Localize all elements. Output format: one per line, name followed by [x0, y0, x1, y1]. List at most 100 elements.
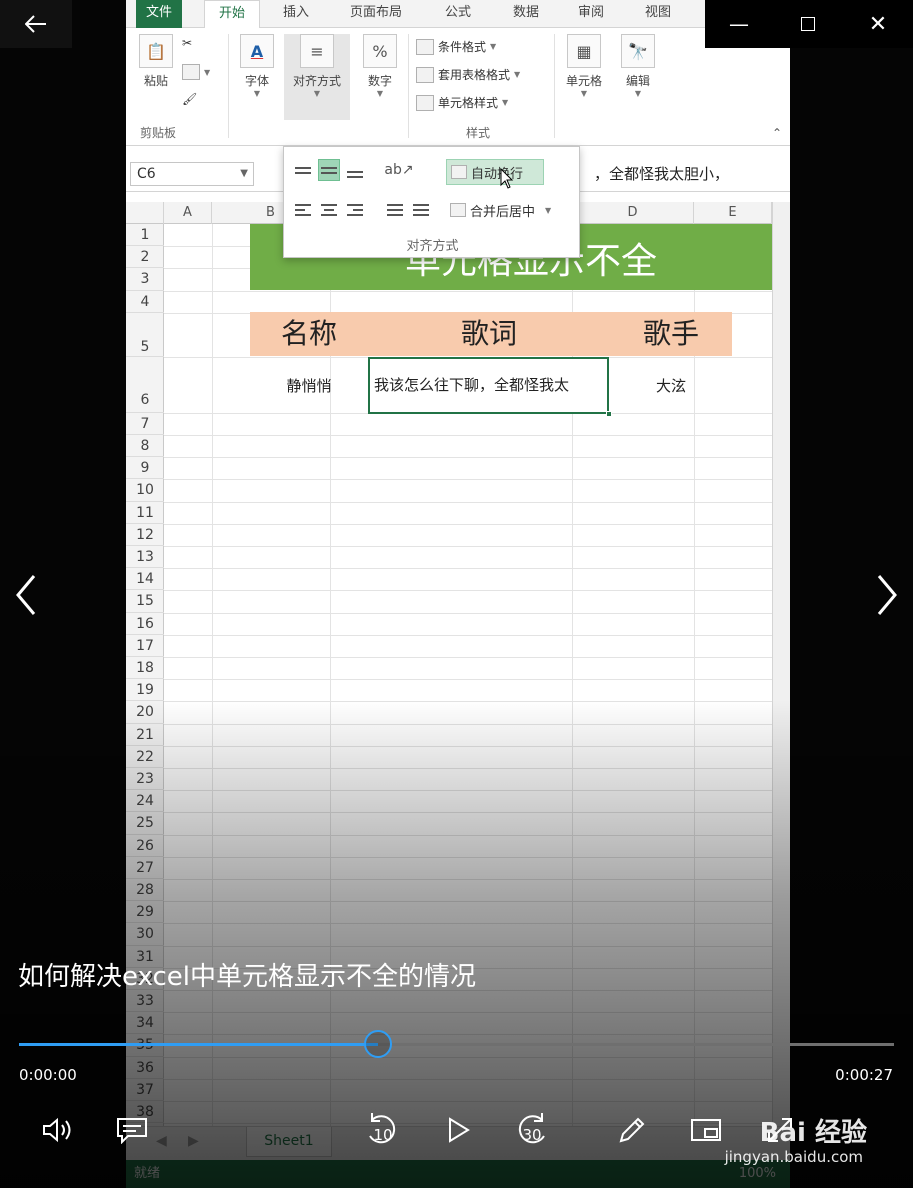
tab-formulas[interactable]: 公式 [430, 0, 486, 28]
column-header-a[interactable]: A [164, 202, 212, 224]
row-header-8[interactable]: 8 [126, 435, 164, 458]
row-header-34[interactable]: 34 [126, 1012, 164, 1035]
align-left-icon[interactable] [292, 199, 314, 221]
next-arrow-icon[interactable] [867, 570, 907, 620]
row-header-33[interactable]: 33 [126, 990, 164, 1013]
select-all-corner[interactable] [126, 202, 164, 224]
sheet-tab-sheet1[interactable]: Sheet1 [246, 1127, 332, 1157]
cell-styles-button[interactable]: 单元格样式 ▼ [416, 94, 508, 111]
wrap-text-button[interactable]: 自动换行 [446, 159, 544, 185]
font-button[interactable]: A 字体 ▼ [236, 34, 278, 98]
name-box[interactable]: C6 ▼ [130, 162, 254, 186]
row-header-21[interactable]: 21 [126, 724, 164, 746]
align-bottom-icon[interactable] [344, 163, 366, 185]
align-right-icon[interactable] [344, 199, 366, 221]
align-middle-icon[interactable] [318, 159, 340, 181]
alignment-button[interactable]: ≡ 对齐方式 ▼ [284, 34, 350, 120]
skip-back-button[interactable]: 10 [360, 1108, 404, 1152]
font-color-icon: A [240, 34, 274, 68]
annotate-button[interactable] [610, 1108, 654, 1152]
row-header-1[interactable]: 1 [126, 224, 164, 247]
row-header-27[interactable]: 27 [126, 857, 164, 879]
increase-indent-icon[interactable] [410, 199, 432, 221]
row-header-30[interactable]: 30 [126, 923, 164, 946]
tab-review[interactable]: 审阅 [566, 0, 616, 28]
column-header-e[interactable]: E [694, 202, 772, 224]
close-button[interactable]: ✕ [843, 0, 913, 48]
row-header-2[interactable]: 2 [126, 246, 164, 269]
progress-bar[interactable] [19, 1030, 894, 1058]
tab-file[interactable]: 文件 [136, 0, 182, 28]
column-header-d[interactable]: D [572, 202, 694, 224]
row-header-16[interactable]: 16 [126, 613, 164, 635]
edit-button[interactable]: 🔭 编辑 ▼ [616, 34, 660, 98]
progress-handle[interactable] [363, 1030, 392, 1058]
row-header-12[interactable]: 12 [126, 524, 164, 546]
conditional-format-button[interactable]: 条件格式 ▼ [416, 38, 496, 55]
align-top-icon[interactable] [292, 159, 314, 181]
decrease-indent-icon[interactable] [384, 199, 406, 221]
header-lyrics[interactable]: 歌词 [368, 312, 610, 356]
row-header-10[interactable]: 10 [126, 479, 164, 502]
paste-button[interactable]: 📋 粘贴 [136, 34, 176, 89]
row-header-26[interactable]: 26 [126, 835, 164, 857]
row-header-28[interactable]: 28 [126, 879, 164, 902]
row-header-14[interactable]: 14 [126, 568, 164, 591]
vertical-scrollbar[interactable] [772, 202, 790, 1142]
cell-grid[interactable]: 单元格显示不全 名称 歌词 歌手 静悄悄 我该怎么往下聊，全都怪我太 大泫 [164, 224, 790, 1164]
back-button[interactable] [0, 0, 72, 48]
prev-sheet-icon[interactable]: ◀ [156, 1133, 167, 1149]
tab-data[interactable]: 数据 [498, 0, 554, 28]
table-format-button[interactable]: 套用表格格式 ▼ [416, 66, 520, 83]
cells-button[interactable]: ▦ 单元格 ▼ [560, 34, 608, 98]
cell-c6-selected[interactable]: 我该怎么往下聊，全都怪我太 [368, 357, 609, 414]
format-painter-button[interactable]: 🖌 [182, 92, 197, 106]
number-button[interactable]: % 数字 ▼ [358, 34, 402, 98]
row-header-20[interactable]: 20 [126, 701, 164, 724]
subtitles-button[interactable] [110, 1108, 154, 1152]
merge-center-button[interactable]: 合并后居中 ▼ [450, 197, 574, 223]
row-header-15[interactable]: 15 [126, 590, 164, 613]
row-header-25[interactable]: 25 [126, 812, 164, 835]
row-header-11[interactable]: 11 [126, 502, 164, 524]
formula-content[interactable]: ，全都怪我太胆小， [594, 162, 790, 186]
row-header-22[interactable]: 22 [126, 746, 164, 768]
row-header-5[interactable]: 5 [126, 313, 164, 357]
volume-button[interactable] [36, 1108, 80, 1152]
row-header-7[interactable]: 7 [126, 413, 164, 435]
row-header-37[interactable]: 37 [126, 1079, 164, 1101]
collapse-ribbon-icon[interactable]: ⌃ [772, 126, 782, 140]
mini-view-button[interactable] [684, 1108, 728, 1152]
header-name[interactable]: 名称 [250, 312, 368, 356]
row-header-3[interactable]: 3 [126, 268, 164, 291]
next-sheet-icon[interactable]: ▶ [188, 1133, 199, 1149]
cell-b6[interactable]: 静悄悄 [250, 372, 368, 400]
row-header-18[interactable]: 18 [126, 657, 164, 680]
cut-button[interactable]: ✂ [182, 36, 192, 50]
minimize-button[interactable]: — [705, 0, 773, 48]
previous-arrow-icon[interactable] [6, 570, 46, 620]
row-header-29[interactable]: 29 [126, 901, 164, 924]
fill-handle[interactable] [606, 411, 612, 417]
row-header-6[interactable]: 6 [126, 357, 164, 413]
tab-page-layout[interactable]: 页面布局 [336, 0, 416, 28]
row-header-13[interactable]: 13 [126, 546, 164, 569]
row-header-24[interactable]: 24 [126, 790, 164, 813]
copy-button[interactable]: ▼ [182, 64, 210, 80]
orientation-icon[interactable]: ab↗ [384, 159, 413, 181]
maximize-button[interactable] [773, 0, 843, 48]
row-header-36[interactable]: 36 [126, 1057, 164, 1079]
row-header-4[interactable]: 4 [126, 291, 164, 313]
row-header-23[interactable]: 23 [126, 768, 164, 791]
row-header-17[interactable]: 17 [126, 635, 164, 657]
skip-forward-button[interactable]: 30 [510, 1108, 554, 1152]
tab-insert[interactable]: 插入 [272, 0, 320, 28]
header-singer[interactable]: 歌手 [610, 312, 732, 356]
cell-d6[interactable]: 大泫 [610, 372, 732, 400]
align-center-text-icon[interactable] [318, 199, 340, 221]
row-header-19[interactable]: 19 [126, 679, 164, 702]
row-header-9[interactable]: 9 [126, 457, 164, 480]
play-button[interactable] [436, 1108, 480, 1152]
tab-view[interactable]: 视图 [630, 0, 686, 28]
tab-home[interactable]: 开始 [204, 0, 260, 29]
